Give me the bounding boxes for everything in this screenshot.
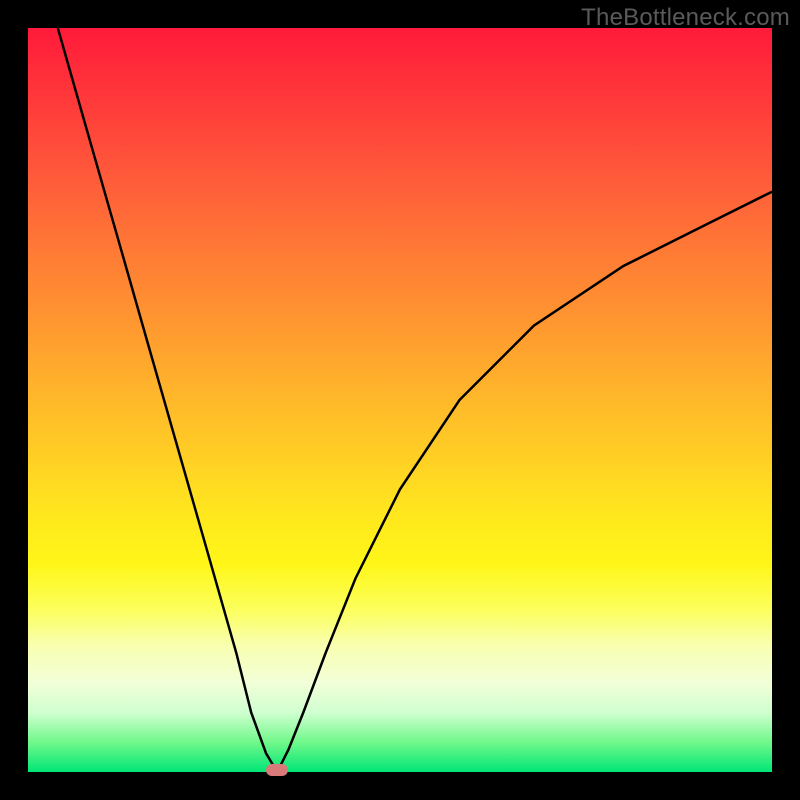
watermark-text: TheBottleneck.com [581, 4, 790, 32]
chart-curve [28, 28, 772, 772]
minimum-marker [266, 764, 288, 776]
curve-left-branch [58, 28, 277, 772]
curve-right-branch [277, 192, 772, 772]
